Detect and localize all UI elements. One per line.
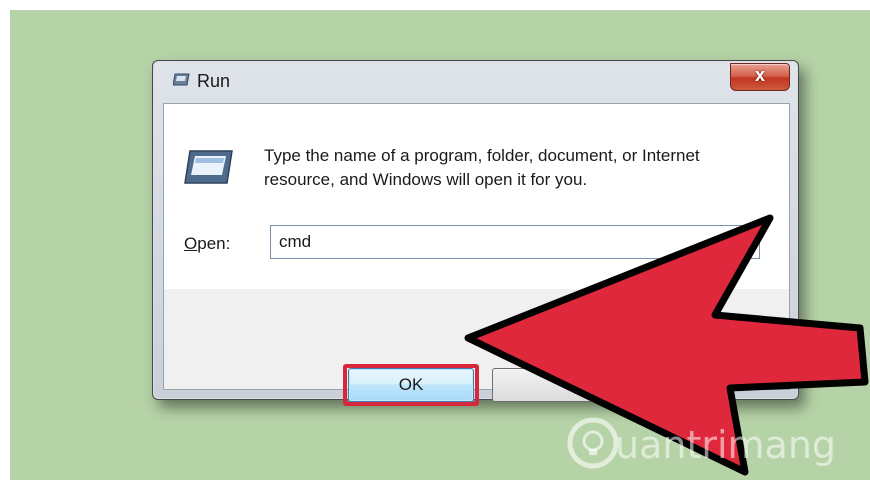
red-arrow-icon [464, 214, 869, 476]
scene-background: Run x Type the name of a program, folder… [10, 10, 870, 480]
bulb-logo-icon [567, 417, 619, 469]
watermark-text: uantrimang [615, 423, 837, 467]
